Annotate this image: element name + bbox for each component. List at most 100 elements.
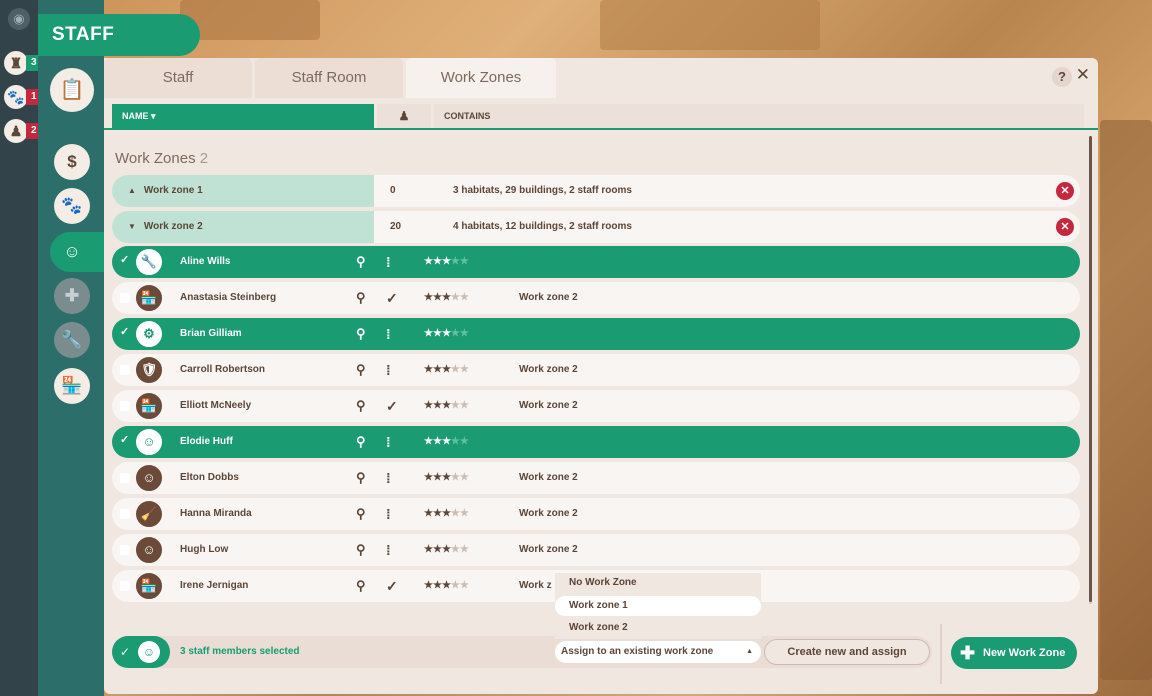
scrollbar-thumb[interactable]: [1089, 136, 1092, 602]
star-icon: ★: [441, 400, 451, 411]
select-checkbox[interactable]: [120, 293, 130, 303]
dropdown-option-zone-2[interactable]: Work zone 2: [555, 618, 761, 638]
star-icon: ★: [441, 328, 451, 339]
staff-row[interactable]: ☺ Elton Dobbs ⚲ ⁞ ★★★★★ Work zone 2: [112, 462, 1080, 494]
keeper-icon: ☺: [134, 427, 164, 457]
select-checkbox[interactable]: [120, 365, 130, 375]
column-staff-count[interactable]: ♟: [377, 104, 431, 128]
staff-row[interactable]: ✓ ⚙ Brian Gilliam ⚲ ⁞ ★★★★★: [112, 318, 1080, 350]
select-checkbox[interactable]: [120, 401, 130, 411]
zone-name: Work zone 1: [143, 185, 203, 196]
staff-row[interactable]: ☺ Hugh Low ⚲ ⁞ ★★★★★ Work zone 2: [112, 534, 1080, 566]
locate-pin-icon[interactable]: ⚲: [356, 282, 366, 314]
select-checkbox[interactable]: [120, 509, 130, 519]
collapse-arrow-icon[interactable]: ▲: [128, 186, 136, 195]
locate-pin-icon[interactable]: ⚲: [356, 498, 366, 530]
list-scrollbar[interactable]: [1089, 136, 1092, 604]
locate-pin-icon[interactable]: ⚲: [356, 462, 366, 494]
section-title-count: 2: [199, 150, 209, 167]
expand-arrow-icon[interactable]: ▼: [128, 222, 136, 231]
keeper-icon[interactable]: ☺: [54, 234, 90, 270]
star-icon: ★: [459, 544, 469, 555]
star-rating: ★★★★★: [424, 498, 469, 530]
staff-name: Brian Gilliam: [180, 328, 242, 339]
help-button[interactable]: ?: [1052, 67, 1072, 87]
select-checkbox[interactable]: ✓: [120, 327, 130, 338]
dropdown-option-no-zone[interactable]: No Work Zone: [555, 573, 761, 593]
dropdown-option-zone-1[interactable]: Work zone 1: [555, 596, 761, 616]
close-button[interactable]: ✕: [1076, 65, 1090, 85]
column-name[interactable]: NAME ▾: [112, 104, 374, 128]
staff-row[interactable]: 🛡 Carroll Robertson ⚲ ⁞ ★★★★★ Work zone 2: [112, 354, 1080, 386]
create-new-and-assign-button[interactable]: Create new and assign: [764, 639, 930, 665]
new-work-zone-button[interactable]: ✚ New Work Zone: [951, 637, 1077, 669]
checkmark-icon: ✓: [386, 578, 398, 594]
footer-divider: [940, 624, 942, 684]
staff-row[interactable]: ✓ 🔧 Aline Wills ⚲ ⁞ ★★★★★: [112, 246, 1080, 278]
tab-staff-room[interactable]: Staff Room: [255, 58, 403, 98]
footsteps-icon: ⁞: [386, 254, 391, 270]
locate-pin-icon[interactable]: ⚲: [356, 390, 366, 422]
star-icon: ★: [450, 364, 460, 375]
zone-staff-count: 20: [390, 221, 402, 232]
locate-pin-icon[interactable]: ⚲: [356, 534, 366, 566]
locate-pin-icon[interactable]: ⚲: [356, 318, 366, 350]
new-work-zone-label: New Work Zone: [983, 647, 1066, 659]
mechanic-icon: ⚙: [134, 319, 164, 349]
star-icon: ★: [459, 292, 469, 303]
tab-work-zones[interactable]: Work Zones: [406, 58, 556, 98]
locate-pin-icon[interactable]: ⚲: [356, 426, 366, 458]
staff-name: Elliott McNeely: [180, 400, 252, 411]
star-icon: ★: [432, 364, 442, 375]
staff-name: Carroll Robertson: [180, 364, 266, 375]
delete-zone-icon[interactable]: ✕: [1056, 218, 1074, 236]
staff-name: Elton Dobbs: [180, 472, 239, 483]
select-checkbox[interactable]: ✓: [120, 255, 130, 266]
staff-name: Hanna Miranda: [180, 508, 252, 519]
tab-staff[interactable]: Staff: [104, 58, 252, 98]
footsteps-icon: ⁞: [386, 470, 391, 486]
staff-row[interactable]: ✓ ☺ Elodie Huff ⚲ ⁞ ★★★★★: [112, 426, 1080, 458]
vendor-icon[interactable]: 🏪: [54, 368, 90, 404]
vendor-icon: 🏪: [134, 391, 164, 421]
star-icon: ★: [450, 508, 460, 519]
keeper-icon: ☺: [134, 463, 164, 493]
paw-icon[interactable]: 🐾: [54, 188, 90, 224]
locate-pin-icon[interactable]: ⚲: [356, 570, 366, 602]
star-icon: ★: [441, 436, 451, 447]
star-rating: ★★★★★: [424, 354, 469, 386]
work-zones-panel: Staff Staff Room Work Zones ? ✕ NAME ▾ ♟…: [104, 58, 1098, 694]
staff-row[interactable]: 🏪 Anastasia Steinberg ⚲ ✓ ★★★★★ Work zone 2: [112, 282, 1080, 314]
clipboard-icon[interactable]: 📋: [50, 68, 94, 112]
select-checkbox[interactable]: [120, 581, 130, 591]
assign-zone-dropdown: No Work Zone Work zone 1 Work zone 2: [555, 573, 761, 639]
select-checkbox[interactable]: [120, 473, 130, 483]
assign-zone-select[interactable]: Assign to an existing work zone ▲: [555, 641, 761, 663]
zone-row[interactable]: ▼ Work zone 2 20 4 habitats, 12 buildings…: [112, 211, 1080, 243]
star-rating: ★★★★★: [424, 570, 469, 602]
background-building: [180, 0, 320, 40]
star-rating: ★★★★★: [424, 534, 469, 566]
check-icon: ✓: [120, 645, 131, 659]
star-icon: ★: [450, 472, 460, 483]
select-checkbox[interactable]: [120, 545, 130, 555]
staff-row[interactable]: 🏪 Elliott McNeely ⚲ ✓ ★★★★★ Work zone 2: [112, 390, 1080, 422]
mechanic-icon[interactable]: 🔧: [54, 322, 90, 358]
star-icon: ★: [424, 256, 433, 267]
section-title-text: Work Zones: [115, 150, 196, 167]
locate-pin-icon[interactable]: ⚲: [356, 246, 366, 278]
staff-row[interactable]: 🧹 Hanna Miranda ⚲ ⁞ ★★★★★ Work zone 2: [112, 498, 1080, 530]
select-all-toggle[interactable]: ✓ ☺: [112, 636, 170, 668]
money-icon[interactable]: $: [54, 144, 90, 180]
locate-pin-icon[interactable]: ⚲: [356, 354, 366, 386]
eye-icon[interactable]: ◉: [8, 8, 30, 30]
zone-row[interactable]: ▲ Work zone 1 0 3 habitats, 29 buildings,…: [112, 175, 1080, 207]
star-icon: ★: [459, 256, 469, 267]
delete-zone-icon[interactable]: ✕: [1056, 182, 1074, 200]
star-icon: ★: [459, 580, 469, 591]
vet-icon[interactable]: ✚: [54, 278, 90, 314]
star-icon: ★: [441, 364, 451, 375]
staff-work-zone: Work zone 2: [519, 400, 578, 411]
select-checkbox[interactable]: ✓: [120, 435, 130, 446]
staff-work-zone: Work zone 2: [519, 472, 578, 483]
